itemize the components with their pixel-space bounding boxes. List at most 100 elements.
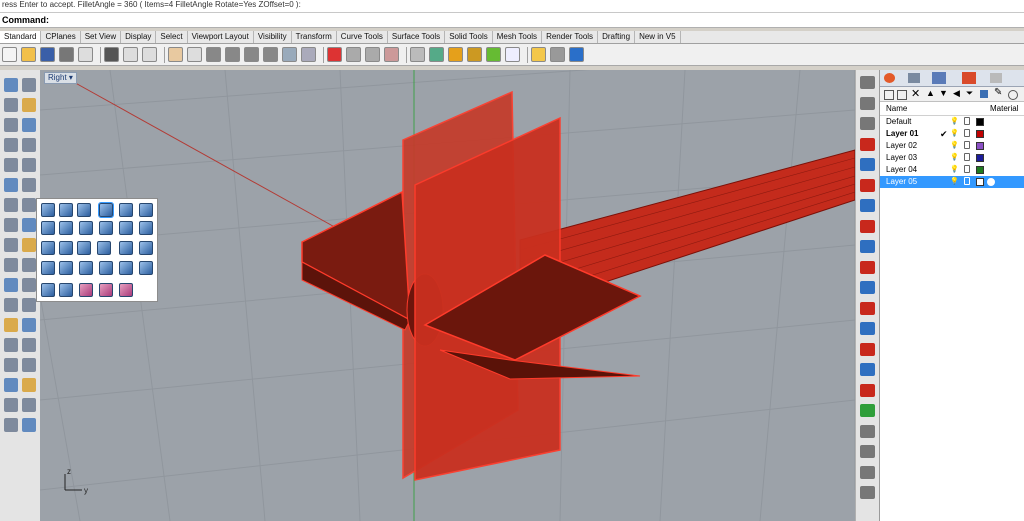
render-tool-icon[interactable] [22, 418, 36, 432]
arrow-horizontal-icon[interactable] [860, 342, 875, 356]
visibility-bulb-icon[interactable]: 💡 [950, 141, 959, 151]
merge-faces-icon[interactable] [99, 261, 113, 275]
tab-select[interactable]: Select [156, 31, 188, 43]
zoom-dynamic-icon[interactable] [206, 47, 221, 62]
visibility-bulb-icon[interactable]: 💡 [950, 153, 959, 163]
arrow-updown-icon[interactable] [860, 260, 875, 274]
tube-icon[interactable] [59, 203, 73, 217]
split-icon[interactable] [22, 278, 36, 292]
material-icon[interactable] [486, 47, 501, 62]
save-icon[interactable] [40, 47, 55, 62]
viewport-canvas[interactable]: z y [40, 70, 855, 521]
layer-row[interactable]: Layer 04 💡 [880, 164, 1024, 176]
torus-icon[interactable] [119, 221, 133, 235]
layer-row[interactable]: Layer 01 ✔ 💡 [880, 128, 1024, 140]
cap-icon[interactable] [59, 261, 73, 275]
tab-visibility[interactable]: Visibility [254, 31, 292, 43]
zoom-extents-icon[interactable] [244, 47, 259, 62]
polyline-icon[interactable] [4, 98, 18, 112]
new-layer-icon[interactable] [884, 90, 894, 100]
print-icon[interactable] [59, 47, 74, 62]
group-icon[interactable] [22, 398, 36, 412]
fillet-edge-icon[interactable] [119, 241, 133, 255]
show-icon[interactable] [365, 47, 380, 62]
material-swatch-icon[interactable] [987, 178, 995, 186]
box-icon[interactable] [119, 203, 133, 217]
lock-icon[interactable] [964, 165, 970, 173]
cage-icon[interactable] [119, 283, 133, 297]
bend-icon[interactable] [41, 283, 55, 297]
sun-icon[interactable] [531, 47, 546, 62]
visibility-bulb-icon[interactable]: 💡 [950, 117, 959, 127]
union-icon[interactable] [41, 241, 55, 255]
circle-icon[interactable] [4, 138, 18, 152]
rebuild-icon[interactable] [22, 258, 36, 272]
lock-icon[interactable] [964, 129, 970, 137]
layer-color-swatch[interactable] [976, 178, 984, 186]
tab-new-in-v5[interactable]: New in V5 [635, 31, 681, 43]
ellipse-icon[interactable] [22, 138, 36, 152]
open-icon[interactable] [21, 47, 36, 62]
flow-icon[interactable] [99, 283, 113, 297]
arrow-up-small-icon[interactable] [860, 404, 875, 417]
tab-surface-tools[interactable]: Surface Tools [388, 31, 446, 43]
render-icon[interactable] [467, 47, 482, 62]
explode-icon[interactable] [22, 298, 36, 312]
layer-color-swatch[interactable] [976, 142, 984, 150]
mirror-icon[interactable] [22, 338, 36, 352]
intersection-icon[interactable] [77, 241, 91, 255]
arrow-down-icon[interactable] [860, 240, 875, 253]
pipe-icon[interactable] [77, 203, 91, 217]
move-out-icon[interactable]: ◀ [953, 88, 960, 99]
scale-icon[interactable] [4, 338, 18, 352]
tab-mesh-tools[interactable]: Mesh Tools [493, 31, 543, 43]
tab-curve-tools[interactable]: Curve Tools [337, 31, 388, 43]
dimension-icon[interactable] [4, 378, 18, 392]
filter-icon[interactable]: ⏷ [966, 88, 973, 99]
difference-icon[interactable] [59, 241, 73, 255]
cut-icon[interactable] [104, 47, 119, 62]
layer-color-swatch[interactable] [976, 118, 984, 126]
sweep-icon[interactable] [22, 238, 36, 252]
tab-solid-tools[interactable]: Solid Tools [445, 31, 493, 43]
text-icon[interactable] [22, 378, 36, 392]
offset-icon[interactable] [22, 178, 36, 192]
layers-tab-icon[interactable] [962, 72, 976, 84]
help-icon[interactable] [1008, 90, 1018, 100]
new-icon[interactable] [2, 47, 17, 62]
extrude-icon[interactable] [22, 198, 36, 212]
split-solid-icon[interactable] [97, 241, 111, 255]
arrow-right-icon[interactable] [860, 137, 875, 151]
paraboloid-icon[interactable] [99, 221, 113, 235]
visibility-bulb-icon[interactable]: 💡 [950, 177, 959, 187]
rotate-tool-icon[interactable] [860, 424, 875, 438]
analyze-icon[interactable] [4, 418, 18, 432]
chamfer-edge-icon[interactable] [139, 241, 153, 255]
shell-icon[interactable] [41, 261, 55, 275]
move-down-icon[interactable]: ▼ [939, 88, 948, 98]
lock-icon[interactable] [964, 117, 970, 125]
paste-icon[interactable] [142, 47, 157, 62]
import-icon[interactable] [78, 47, 93, 62]
help-tab-icon[interactable] [990, 73, 1002, 83]
arrow-left-icon[interactable] [860, 178, 875, 192]
cone-icon[interactable] [41, 221, 55, 235]
move-face-icon[interactable] [119, 261, 133, 275]
truncated-cone-icon[interactable] [59, 221, 73, 235]
array-icon[interactable] [4, 318, 18, 332]
move-icon[interactable] [22, 318, 36, 332]
delete-layer-icon[interactable]: ✕ [911, 87, 920, 100]
tab-standard[interactable]: Standard [0, 31, 42, 43]
taper-icon[interactable] [79, 283, 93, 297]
zoom-selected-icon[interactable] [263, 47, 278, 62]
select-icon[interactable] [4, 78, 18, 92]
scale-tool-icon[interactable] [860, 445, 875, 458]
trim-icon[interactable] [4, 278, 18, 292]
rendered-icon[interactable] [448, 47, 463, 62]
point-icon[interactable] [22, 78, 36, 92]
tab-set-view[interactable]: Set View [81, 31, 122, 43]
layer-color-swatch[interactable] [976, 154, 984, 162]
layer-row[interactable]: Layer 05 💡 [880, 176, 1024, 188]
slab-icon[interactable] [139, 221, 153, 235]
edit-points-icon[interactable] [4, 258, 18, 272]
